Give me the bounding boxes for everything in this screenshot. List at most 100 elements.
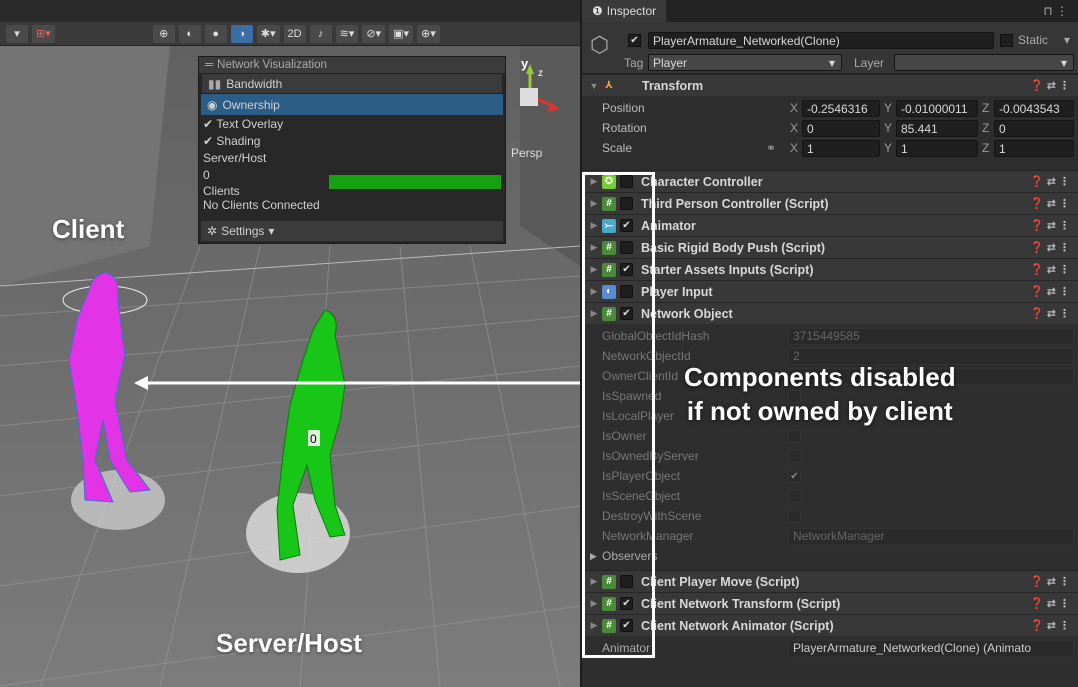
server-host-label: Server/Host bbox=[203, 150, 267, 165]
highlight-box bbox=[582, 172, 655, 658]
persp-label[interactable]: Persp bbox=[511, 146, 542, 160]
prop-checkbox[interactable] bbox=[788, 449, 801, 463]
component-header-2-2[interactable]: ▶ # ✔ Client Network Animator (Script) ❓ ⇄ ⋮ bbox=[582, 614, 1078, 636]
drag-handle-icon[interactable]: ═ bbox=[205, 59, 213, 71]
prop-checkbox[interactable]: ✔ bbox=[788, 469, 801, 483]
prop-checkbox[interactable] bbox=[788, 509, 801, 523]
network-object-prop: GlobalObjectIdHash 3715449585 bbox=[582, 326, 1078, 346]
shaded-active-icon[interactable]: ◑ bbox=[230, 24, 253, 43]
component-header-2[interactable]: ▶ ⤚ ✔ Animator ❓ ⇄ ⋮ bbox=[582, 214, 1078, 236]
position-y-field[interactable]: -0.01000011 bbox=[896, 100, 978, 117]
component-header-2-1[interactable]: ▶ # ✔ Client Network Transform (Script) ❓ ⇄ … bbox=[582, 592, 1078, 614]
scene-view[interactable]: ▾ ⊞▾ ⊕ ◐ ● ◑ ✱▾ 2D ♪ ≋▾ ⊘▾ ▣▾ ⊕▾ 0 y z P… bbox=[0, 0, 580, 687]
wireframe-icon[interactable]: ⊕ bbox=[152, 24, 175, 43]
component-tools[interactable]: ❓ ⇄ ⋮ bbox=[1030, 197, 1070, 210]
position-z-field[interactable]: -0.0043543 bbox=[994, 100, 1074, 117]
network-object-properties: GlobalObjectIdHash 3715449585 NetworkObjec… bbox=[582, 324, 1078, 546]
component-header-1[interactable]: ▶ # Third Person Controller (Script) ❓ ⇄ ⋮ bbox=[582, 192, 1078, 214]
component-tools[interactable]: ❓ ⇄ ⋮ bbox=[1030, 285, 1070, 298]
scale-x-field[interactable]: 1 bbox=[802, 140, 880, 157]
component-tools[interactable]: ❓ ⇄ ⋮ bbox=[1030, 575, 1070, 588]
tool-handle-button[interactable]: ▾ bbox=[6, 24, 28, 43]
object-name-field[interactable]: PlayerArmature_Networked(Clone) bbox=[648, 32, 994, 49]
ownership-button[interactable]: ◉ Ownership bbox=[201, 94, 503, 115]
scale-y-field[interactable]: 1 bbox=[896, 140, 978, 157]
client-character[interactable] bbox=[55, 260, 185, 540]
camera-icon[interactable]: ▣▾ bbox=[389, 24, 413, 43]
prop-checkbox[interactable] bbox=[788, 429, 801, 443]
component-tools[interactable]: ❓ ⇄ ⋮ bbox=[1030, 597, 1070, 610]
prop-value-field[interactable]: NetworkManager bbox=[788, 527, 1074, 545]
animator-field-row: Animator PlayerArmature_Networked(Clone)… bbox=[582, 636, 1078, 660]
chevron-down-icon: ▾ bbox=[828, 55, 835, 70]
position-row: Position X -0.2546316 Y -0.01000011 Z -0… bbox=[582, 98, 1078, 118]
rotation-row: Rotation X 0 Y 85.441 Z 0 bbox=[582, 118, 1078, 138]
shaded-wire-icon[interactable]: ◐ bbox=[178, 24, 201, 43]
text-overlay-toggle[interactable]: ✔ Text Overlay bbox=[199, 115, 505, 132]
shaded-icon[interactable]: ● bbox=[204, 24, 227, 43]
component-tools[interactable]: ❓ ⇄ ⋮ bbox=[1030, 219, 1070, 232]
prop-value-field[interactable]: 3715449585 bbox=[788, 327, 1074, 345]
bandwidth-button[interactable]: ▮▮ Bandwidth bbox=[201, 73, 503, 94]
rotation-y-field[interactable]: 85.441 bbox=[896, 120, 978, 137]
checkmark-icon: ✔ bbox=[203, 116, 217, 131]
visibility-icon[interactable]: ⊘▾ bbox=[362, 24, 386, 43]
component-header-3[interactable]: ▶ # Basic Rigid Body Push (Script) ❓ ⇄ ⋮ bbox=[582, 236, 1078, 258]
component-tools[interactable]: ❓ ⇄ ⋮ bbox=[1030, 263, 1070, 276]
component-header-2-0[interactable]: ▶ # Client Player Move (Script) ❓ ⇄ ⋮ bbox=[582, 570, 1078, 592]
audio-icon[interactable]: ♪ bbox=[309, 24, 332, 43]
static-dropdown-icon[interactable]: ▾ bbox=[1064, 33, 1070, 47]
tag-dropdown[interactable]: Player ▾ bbox=[648, 54, 842, 71]
observers-foldout[interactable]: ▶ Observers bbox=[582, 546, 1078, 566]
server-host-caption: Server/Host bbox=[216, 628, 362, 658]
effects-icon[interactable]: ≋▾ bbox=[335, 24, 359, 43]
link-icon[interactable]: ⚭ bbox=[766, 141, 776, 155]
ownership-icon: ◉ bbox=[207, 97, 218, 112]
network-object-prop: IsOwner bbox=[582, 426, 1078, 446]
component-header-5[interactable]: ▶ ◐ Player Input ❓ ⇄ ⋮ bbox=[582, 280, 1078, 302]
chevron-down-icon: ▾ bbox=[268, 224, 275, 238]
static-label: Static bbox=[1018, 33, 1049, 47]
grid-snap-button[interactable]: ⊞▾ bbox=[32, 24, 55, 43]
component-tools[interactable]: ❓ ⇄ ⋮ bbox=[1030, 241, 1070, 254]
settings-dropdown[interactable]: ✲ Settings ▾ bbox=[201, 221, 503, 241]
network-object-prop: NetworkManager NetworkManager bbox=[582, 526, 1078, 546]
server-character[interactable]: 0 bbox=[245, 305, 375, 595]
avatar-id-label: 0 bbox=[310, 432, 317, 446]
layer-dropdown[interactable]: ▾ bbox=[894, 54, 1074, 71]
component-tools[interactable]: ❓ ⇄ ⋮ bbox=[1030, 79, 1070, 92]
gizmo-z-label: z bbox=[538, 68, 543, 79]
transform-icon: ⅄ bbox=[605, 80, 613, 91]
component-tools[interactable]: ❓ ⇄ ⋮ bbox=[1030, 307, 1070, 320]
overlay-title[interactable]: ═ Network Visualization bbox=[199, 57, 505, 73]
gizmos-icon[interactable]: ⊕▾ bbox=[416, 24, 440, 43]
shading-toggle[interactable]: ✔ Shading bbox=[199, 132, 505, 149]
component-tools[interactable]: ❓ ⇄ ⋮ bbox=[1030, 175, 1070, 188]
2d-toggle-button[interactable]: 2D bbox=[283, 24, 306, 43]
info-icon: ❶ bbox=[592, 4, 603, 18]
bandwidth-icon: ▮▮ bbox=[208, 76, 222, 91]
component-header-6[interactable]: ▶ # ✔ Network Object ❓ ⇄ ⋮ bbox=[582, 302, 1078, 324]
component-header-4[interactable]: ▶ # ✔ Starter Assets Inputs (Script) ❓ ⇄ ⋮ bbox=[582, 258, 1078, 280]
component-tools[interactable]: ❓ ⇄ ⋮ bbox=[1030, 619, 1070, 632]
animator-object-field[interactable]: PlayerArmature_Networked(Clone) (Animato bbox=[788, 639, 1074, 657]
lock-icon[interactable]: ⊓ ⋮ bbox=[1043, 4, 1068, 18]
active-checkbox[interactable]: ✔ bbox=[628, 34, 641, 47]
scale-z-field[interactable]: 1 bbox=[994, 140, 1074, 157]
transform-header[interactable]: ▼ ⅄ Transform ❓ ⇄ ⋮ bbox=[582, 74, 1078, 96]
object-header: ⬡ ✔ PlayerArmature_Networked(Clone) Stat… bbox=[582, 22, 1078, 74]
debug-draw-icon[interactable]: ✱▾ bbox=[256, 24, 280, 43]
annotation-text: Components disabled if not owned by clie… bbox=[684, 362, 956, 426]
static-checkbox[interactable] bbox=[1000, 34, 1013, 47]
rotation-z-field[interactable]: 0 bbox=[994, 120, 1074, 137]
rotation-x-field[interactable]: 0 bbox=[802, 120, 880, 137]
network-visualization-overlay: ═ Network Visualization ▮▮ Bandwidth ◉ Owne… bbox=[198, 56, 506, 244]
scene-top-strip bbox=[0, 0, 580, 22]
tab-inspector[interactable]: ❶ Inspector bbox=[582, 0, 667, 22]
position-x-field[interactable]: -0.2546316 bbox=[802, 100, 880, 117]
foldout-icon[interactable]: ▼ bbox=[586, 81, 602, 91]
component-header-0[interactable]: ▶ ✪ Character Controller ❓ ⇄ ⋮ bbox=[582, 170, 1078, 192]
orientation-gizmo[interactable]: y z bbox=[505, 56, 565, 126]
prop-checkbox[interactable] bbox=[788, 489, 801, 503]
component-list-2: ▶ # Client Player Move (Script) ❓ ⇄ ⋮ ▶ # ✔ Cli… bbox=[582, 570, 1078, 636]
